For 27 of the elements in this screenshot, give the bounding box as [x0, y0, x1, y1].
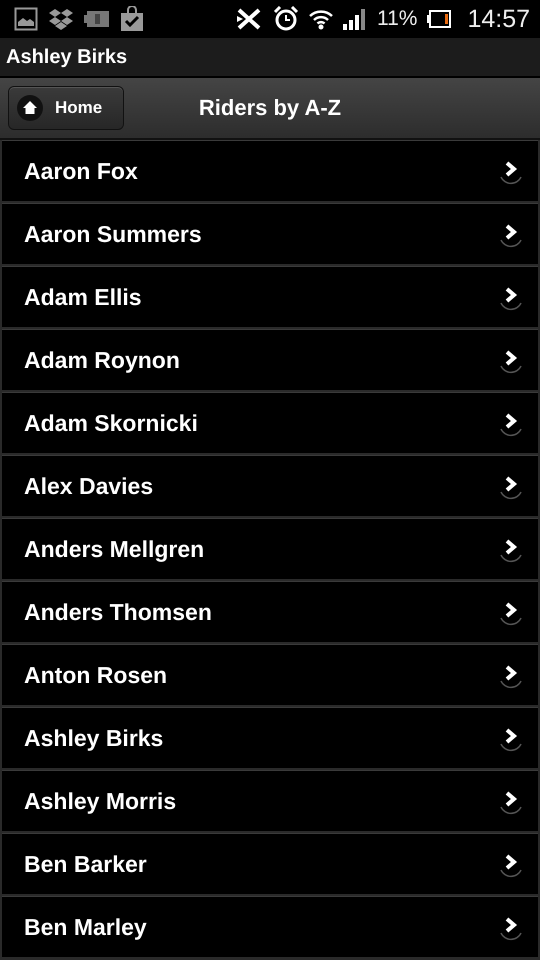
- shopping-bag-icon: [120, 6, 144, 32]
- battery-percent: 11%: [376, 7, 418, 31]
- image-icon: [14, 7, 38, 31]
- rider-list-item[interactable]: Ben Marley: [2, 896, 538, 957]
- signal-icon: [342, 8, 367, 30]
- battery-icon: [427, 10, 452, 28]
- rider-list-item[interactable]: Adam Skornicki: [2, 392, 538, 453]
- rider-list-item[interactable]: Ashley Morris: [2, 770, 538, 831]
- rider-list-item[interactable]: Adam Roynon: [2, 329, 538, 390]
- home-icon: [17, 95, 43, 121]
- wifi-icon: [308, 8, 333, 30]
- page-title: Riders by A-Z: [198, 95, 342, 121]
- rider-list-item[interactable]: Aaron Summers: [2, 203, 538, 264]
- rider-list-item[interactable]: Ben Barker: [2, 833, 538, 894]
- battery-info-icon: [84, 9, 110, 29]
- rider-list-item[interactable]: Anton Rosen: [2, 644, 538, 705]
- app-title: Ashley Birks: [6, 46, 128, 68]
- alarm-clock-icon: [272, 6, 299, 32]
- rider-list-item[interactable]: Anders Mellgren: [2, 518, 538, 579]
- box-icon: [48, 6, 74, 32]
- rider-list-item[interactable]: Aaron Fox: [2, 140, 538, 201]
- rider-list-item[interactable]: Anders Thomsen: [2, 581, 538, 642]
- rider-list-item[interactable]: Adam Ellis: [2, 266, 538, 327]
- clock-time: 14:57: [467, 4, 530, 34]
- home-button[interactable]: Home: [8, 86, 124, 130]
- rider-list-item[interactable]: Alex Davies: [2, 455, 538, 516]
- rider-list-item[interactable]: Ashley Birks: [2, 707, 538, 768]
